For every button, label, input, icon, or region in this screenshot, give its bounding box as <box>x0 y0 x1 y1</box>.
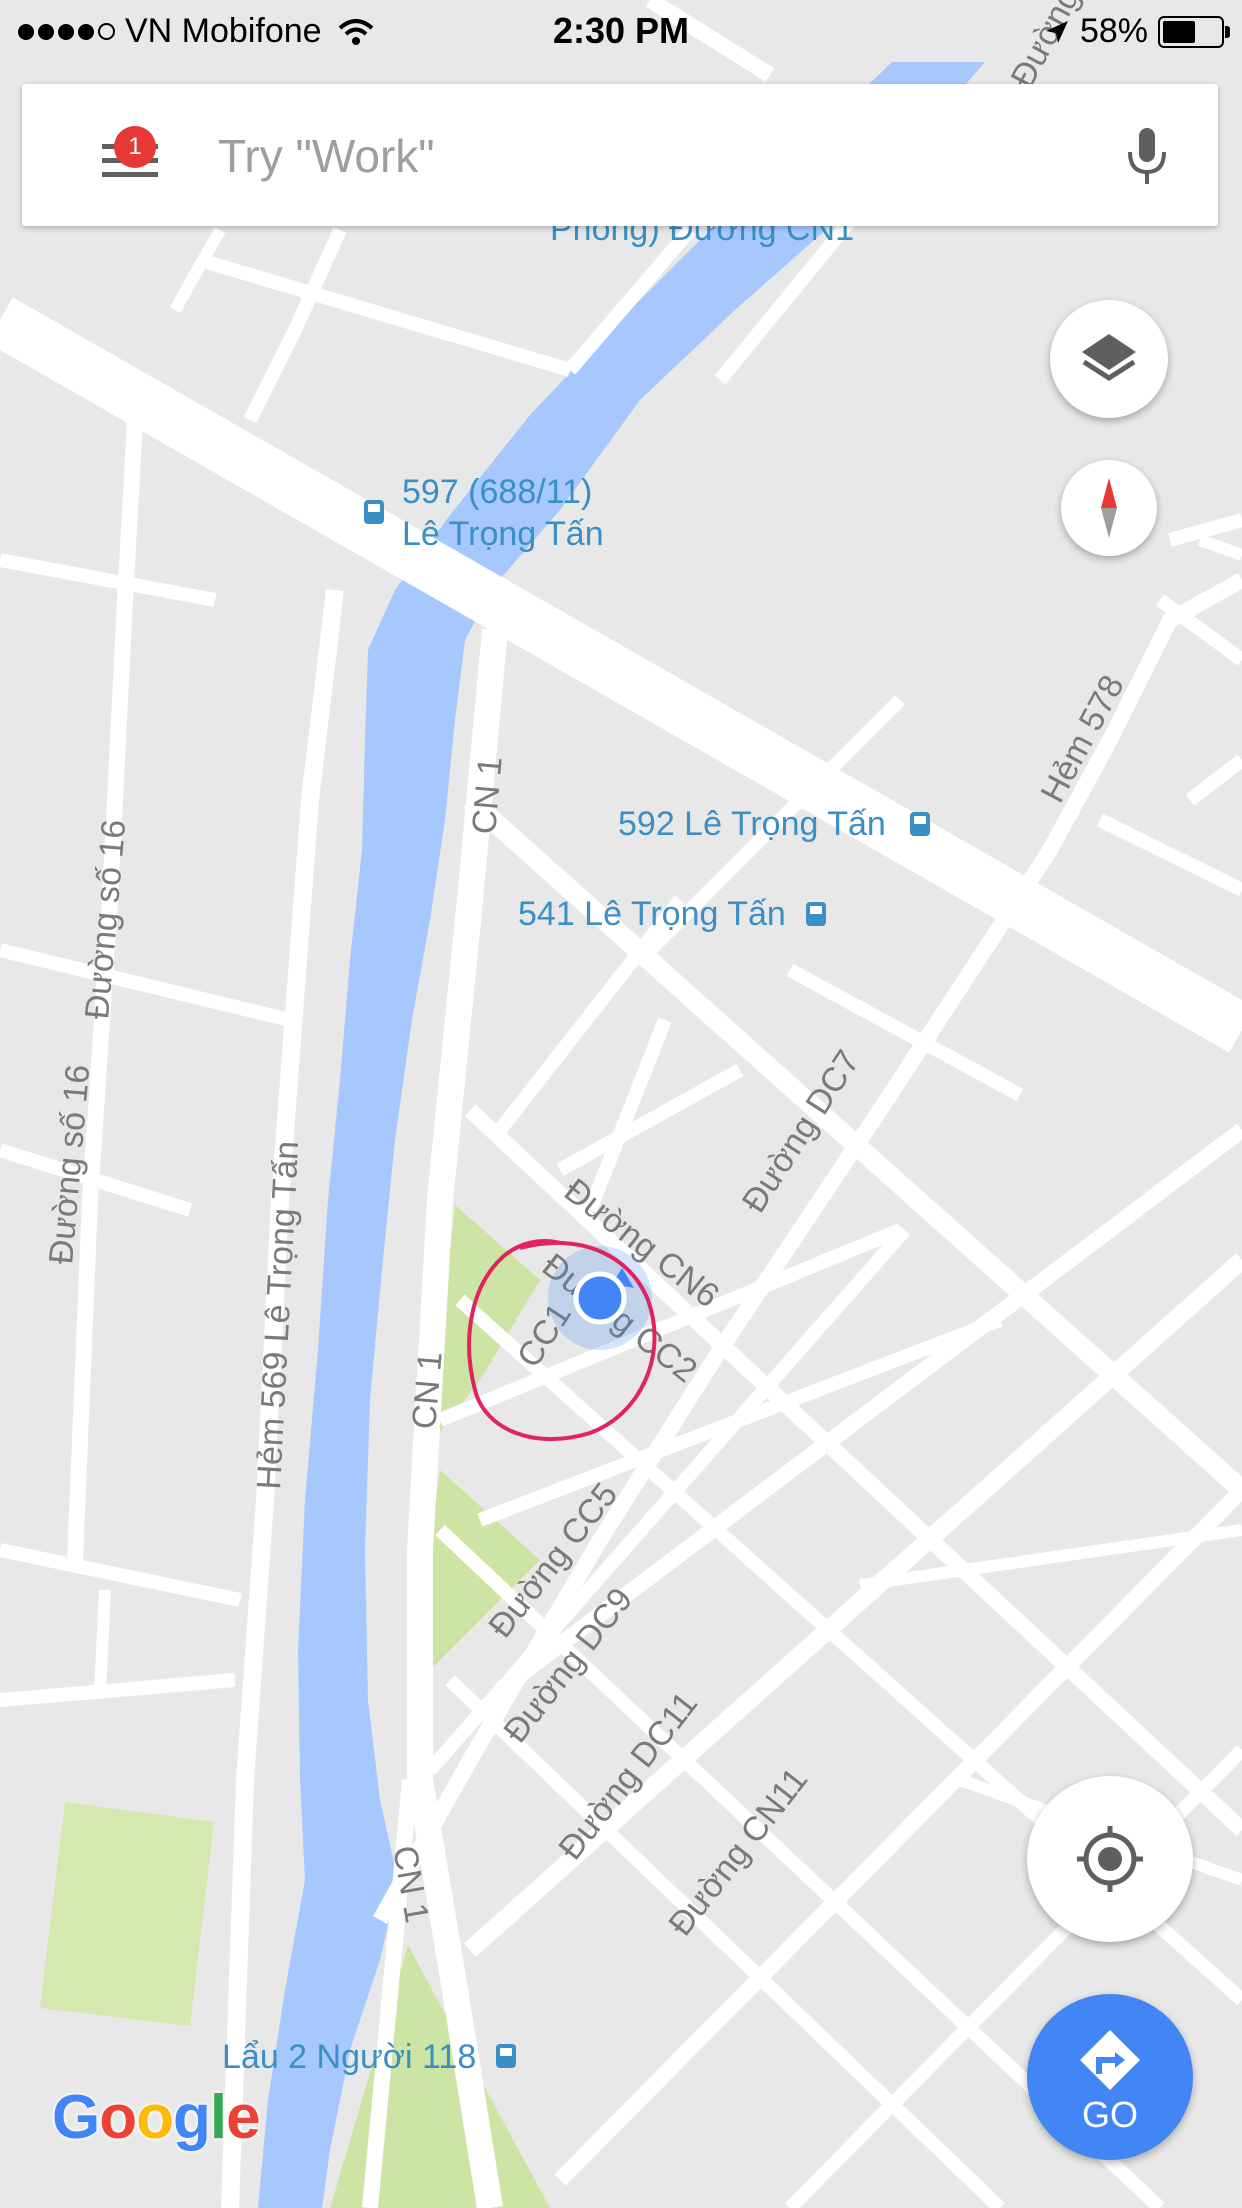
road-label-cn1: CN 1 <box>465 755 510 835</box>
road-label-cn1: CN 1 <box>405 1350 450 1430</box>
crosshair-icon <box>1077 1826 1143 1892</box>
battery-icon <box>1158 15 1230 48</box>
transit-label: Lẩu 2 Người 118 <box>222 2038 476 2076</box>
search-input[interactable] <box>216 124 1040 188</box>
directions-icon <box>1080 2030 1140 2090</box>
status-bar: VN Mobifone 2:30 PM 58% <box>0 0 1242 62</box>
layers-icon <box>1082 334 1136 381</box>
location-dot-icon <box>573 1271 627 1325</box>
menu-button[interactable]: 1 <box>82 126 162 188</box>
my-location-button[interactable] <box>1027 1776 1193 1942</box>
go-label: GO <box>1081 2094 1138 2135</box>
transit-stop-lau[interactable]: Lẩu 2 Người 118 <box>222 2038 516 2076</box>
transit-label-line1: 597 (688/11) <box>402 473 592 511</box>
battery-percent: 58% <box>1079 12 1148 50</box>
voice-search-button[interactable] <box>1112 120 1182 190</box>
google-logo: Google <box>52 2083 261 2152</box>
notification-badge: 1 <box>114 126 156 168</box>
transit-label: 541 Lê Trọng Tấn <box>518 895 786 933</box>
layers-button[interactable] <box>1050 300 1168 418</box>
microphone-icon <box>1128 128 1166 184</box>
transit-stop-592[interactable]: 592 Lê Trọng Tấn <box>618 805 930 843</box>
compass-icon <box>1101 478 1117 538</box>
transit-label: 592 Lê Trọng Tấn <box>618 805 886 843</box>
compass-button[interactable] <box>1061 460 1157 556</box>
park-area <box>40 1802 214 2026</box>
transit-label-line2: Lê Trọng Tấn <box>402 515 604 553</box>
status-right: 58% <box>1044 12 1230 51</box>
location-arrow-icon <box>1045 20 1068 43</box>
go-button[interactable]: GO <box>1027 1994 1193 2160</box>
search-bar: 1 <box>22 84 1218 226</box>
current-location-marker[interactable] <box>548 1246 652 1350</box>
transit-stop-541[interactable]: 541 Lê Trọng Tấn <box>518 895 826 933</box>
